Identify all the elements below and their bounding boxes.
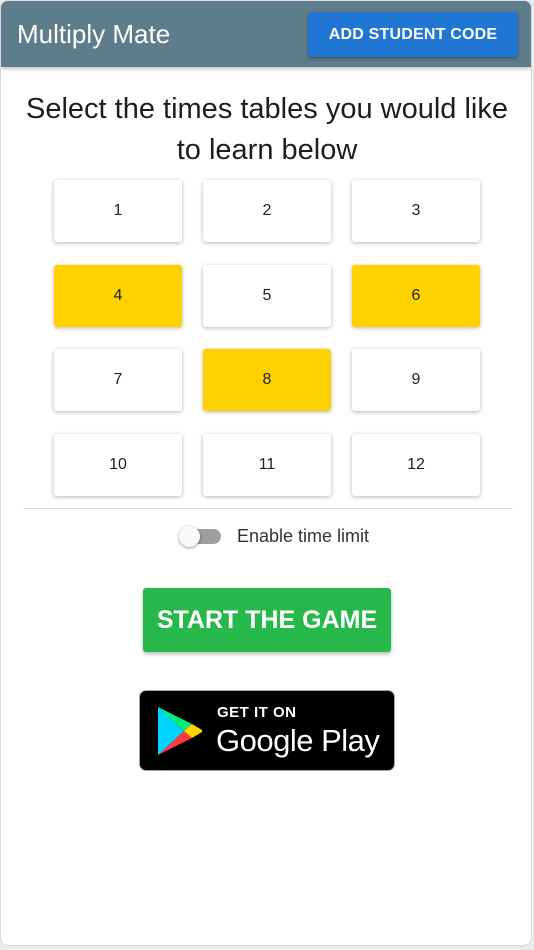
app-bar: Multiply Mate ADD STUDENT CODE xyxy=(1,1,531,67)
times-table-4-button[interactable]: 4 xyxy=(54,265,182,327)
times-table-1-button[interactable]: 1 xyxy=(54,180,182,242)
add-student-code-button[interactable]: ADD STUDENT CODE xyxy=(308,12,518,57)
times-table-2-button[interactable]: 2 xyxy=(203,180,331,242)
times-table-12-button[interactable]: 12 xyxy=(352,434,480,496)
google-play-badge[interactable]: GET IT ON Google Play xyxy=(139,690,395,771)
divider xyxy=(23,508,513,509)
times-table-10-button[interactable]: 10 xyxy=(54,434,182,496)
badge-big-text: Google Play xyxy=(216,723,380,758)
times-table-5-button[interactable]: 5 xyxy=(203,265,331,327)
time-limit-toggle[interactable] xyxy=(179,526,223,547)
time-limit-label: Enable time limit xyxy=(237,526,370,546)
times-table-6-button[interactable]: 6 xyxy=(352,265,480,327)
start-game-button[interactable]: START THE GAME xyxy=(143,588,391,652)
app-title: Multiply Mate xyxy=(17,19,171,49)
times-table-7-button[interactable]: 7 xyxy=(54,349,182,411)
times-table-11-button[interactable]: 11 xyxy=(203,434,331,496)
google-play-icon xyxy=(158,707,202,755)
times-table-3-button[interactable]: 3 xyxy=(352,180,480,242)
app-window: Multiply Mate ADD STUDENT CODE Select th… xyxy=(0,0,532,946)
page-heading: Select the times tables you would like t… xyxy=(26,93,508,166)
badge-small-text: GET IT ON xyxy=(217,704,297,721)
toggle-thumb xyxy=(179,526,200,547)
times-table-9-button[interactable]: 9 xyxy=(352,349,480,411)
times-table-8-button[interactable]: 8 xyxy=(203,349,331,411)
